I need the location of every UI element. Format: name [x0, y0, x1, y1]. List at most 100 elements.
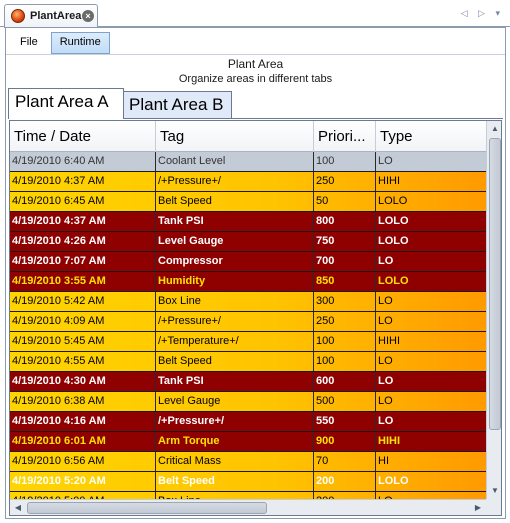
cell-priority: 70 [314, 452, 376, 471]
cell-priority: 100 [314, 352, 376, 371]
cell-type: HIHI [378, 335, 400, 347]
cell-type: LOLO [378, 215, 409, 227]
cell-priority: 100 [314, 332, 376, 351]
cell-time-date: 4/19/2010 4:16 AM [10, 412, 156, 431]
cell-time-date: 4/19/2010 4:30 AM [10, 372, 156, 391]
menu-file[interactable]: File [11, 32, 47, 54]
tab-plant-area-a[interactable]: Plant Area A [8, 88, 124, 119]
cell-priority: 750 [314, 232, 376, 251]
main-window: File Runtime Plant Area Organize areas i… [5, 27, 506, 519]
cell-type: LO [378, 295, 393, 307]
cell-priority: 700 [314, 252, 376, 271]
cell-tag: Compressor [156, 252, 314, 271]
cell-tag: /+Temperature+/ [156, 332, 314, 351]
column-header-type[interactable]: Type [376, 121, 486, 152]
cell-tag: Tank PSI [156, 372, 314, 391]
table-row[interactable]: 4/19/2010 4:26 AM Level Gauge 750 LOLO [10, 232, 486, 252]
cell-type: LO [378, 415, 394, 427]
menu-bar: File Runtime [11, 32, 110, 54]
cell-tag: Tank PSI [156, 212, 314, 231]
table-row[interactable]: 4/19/2010 6:40 AM Coolant Level 100 LO [10, 152, 486, 172]
page-subtitle: Organize areas in different tabs [178, 73, 333, 85]
document-tab-plantarea[interactable]: PlantArea × [4, 4, 98, 28]
cell-time-date: 4/19/2010 6:56 AM [10, 452, 156, 471]
cell-tag: Box Line [156, 292, 314, 311]
column-header-priority[interactable]: Priori... [314, 121, 376, 152]
cell-type: LOLO [378, 235, 409, 247]
scroll-up-icon[interactable]: ▲ [487, 121, 501, 137]
table-row[interactable]: 4/19/2010 4:55 AM Belt Speed 100 LO [10, 352, 486, 372]
table-row[interactable]: 4/19/2010 6:01 AM Arm Torque 900 HIHI [10, 432, 486, 452]
horizontal-scroll-thumb[interactable] [27, 502, 267, 514]
table-row[interactable]: 4/19/2010 5:42 AM Box Line 300 LO [10, 292, 486, 312]
alarm-grid: Time / Date Tag Priori... Type 4/19/2010… [9, 120, 502, 516]
cell-priority: 800 [314, 212, 376, 231]
document-tab-title: PlantArea [30, 10, 82, 22]
table-row[interactable]: 4/19/2010 4:37 AM/+Pressure+/250 HIHI [10, 172, 486, 192]
cell-time-date: 4/19/2010 4:37 AM [10, 172, 156, 191]
column-header-time-date[interactable]: Time / Date [10, 121, 156, 152]
menu-runtime[interactable]: Runtime [50, 32, 110, 54]
table-row[interactable]: 4/19/2010 4:30 AM Tank PSI 600 LO [10, 372, 486, 392]
cell-type: HI [378, 455, 389, 467]
cell-tag: Humidity [156, 272, 314, 291]
tab-plant-area-b[interactable]: Plant Area B [122, 91, 232, 119]
cell-time-date: 4/19/2010 3:55 AM [10, 272, 156, 291]
cell-priority: 100 [314, 152, 376, 171]
table-row[interactable]: 4/19/2010 6:38 AM Level Gauge 500 LO [10, 392, 486, 412]
cell-tag: Level Gauge [156, 232, 314, 251]
cell-type: LO [378, 315, 393, 327]
cell-type: LO [378, 395, 393, 407]
cell-time-date: 4/19/2010 4:26 AM [10, 232, 156, 251]
cell-type: LOLO [378, 195, 408, 207]
cell-type: LOLO [378, 275, 409, 287]
table-row[interactable]: 4/19/2010 4:16 AM/+Pressure+/550 LO [10, 412, 486, 432]
vertical-scrollbar[interactable]: ▲ ▼ [486, 121, 501, 499]
column-header-tag[interactable]: Tag [156, 121, 314, 152]
scroll-right-icon[interactable]: ▶ [470, 500, 486, 515]
cell-type: LO [378, 255, 394, 267]
cell-time-date: 4/19/2010 5:42 AM [10, 292, 156, 311]
horizontal-scrollbar[interactable]: ◀ ▶ [10, 499, 486, 515]
cell-time-date: 4/19/2010 5:45 AM [10, 332, 156, 351]
scroll-left-icon[interactable]: ◀ [10, 500, 26, 515]
vertical-scroll-thumb[interactable] [489, 138, 501, 430]
grid-rows: 4/19/2010 6:40 AM Coolant Level 100 LO 4/19/… [10, 152, 486, 512]
table-row[interactable]: 4/19/2010 5:20 AM Belt Speed 200 LOLO [10, 472, 486, 492]
table-row[interactable]: 4/19/2010 3:55 AM Humidity 850 LOLO [10, 272, 486, 292]
tab-navigation-icon[interactable]: ◁ ▷ ▾ [461, 8, 504, 19]
cell-priority: 250 [314, 172, 376, 191]
cell-time-date: 4/19/2010 4:37 AM [10, 212, 156, 231]
cell-priority: 250 [314, 312, 376, 331]
table-row[interactable]: 4/19/2010 6:45 AM Belt Speed 50 LOLO [10, 192, 486, 212]
cell-tag: Critical Mass [156, 452, 314, 471]
close-icon[interactable]: × [82, 10, 94, 22]
cell-priority: 600 [314, 372, 376, 391]
cell-tag: /+Pressure+/ [156, 312, 314, 331]
cell-tag: Level Gauge [156, 392, 314, 411]
cell-tag: Belt Speed [156, 352, 314, 371]
table-row[interactable]: 4/19/2010 5:45 AM/+Temperature+/100 HIHI [10, 332, 486, 352]
cell-priority: 300 [314, 292, 376, 311]
cell-tag: Belt Speed [156, 472, 314, 491]
cell-time-date: 4/19/2010 6:38 AM [10, 392, 156, 411]
cell-type: LO [378, 375, 394, 387]
cell-time-date: 4/19/2010 5:20 AM [10, 472, 156, 491]
cell-priority: 50 [314, 192, 376, 211]
cell-tag: /+Pressure+/ [156, 172, 314, 191]
page-title: Plant Area [227, 57, 284, 71]
table-row[interactable]: 4/19/2010 6:56 AM Critical Mass 70 HI [10, 452, 486, 472]
cell-priority: 500 [314, 392, 376, 411]
table-row[interactable]: 4/19/2010 7:07 AM Compressor 700 LO [10, 252, 486, 272]
cell-type: HIHI [378, 435, 400, 447]
table-row[interactable]: 4/19/2010 4:37 AM Tank PSI 800 LOLO [10, 212, 486, 232]
cell-type: HIHI [378, 175, 400, 187]
cell-type: LOLO [378, 475, 409, 487]
document-tab-strip: PlantArea × ◁ ▷ ▾ [0, 0, 510, 28]
app-icon [11, 9, 25, 23]
scroll-down-icon[interactable]: ▼ [487, 483, 501, 499]
cell-priority: 850 [314, 272, 376, 291]
table-row[interactable]: 4/19/2010 4:09 AM/+Pressure+/250 LO [10, 312, 486, 332]
cell-time-date: 4/19/2010 6:45 AM [10, 192, 156, 211]
grid-header: Time / Date Tag Priori... Type [10, 121, 486, 152]
